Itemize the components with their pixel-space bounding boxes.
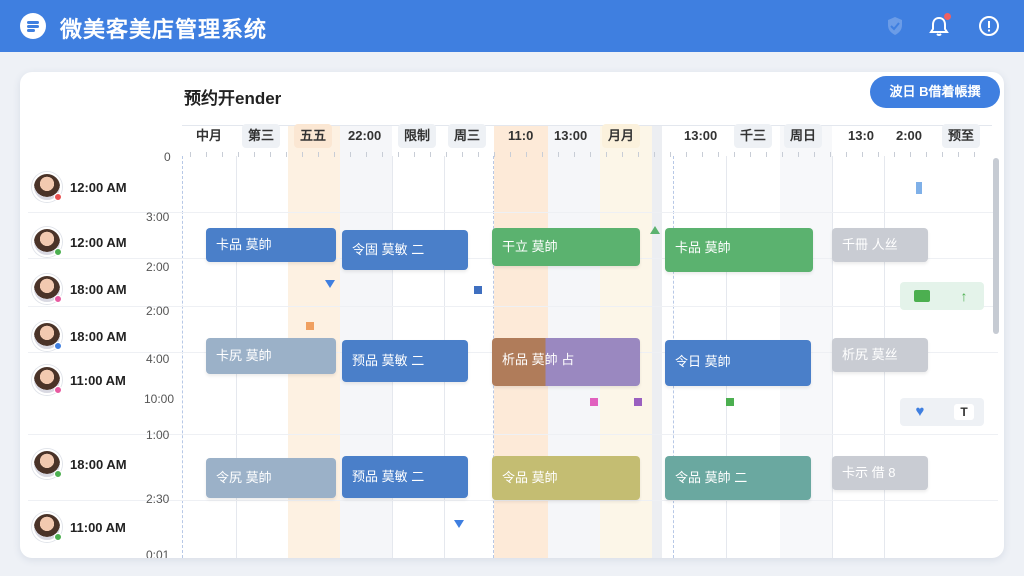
- avatar[interactable]: [32, 512, 62, 542]
- appointment-block[interactable]: 令固 莫敏 二: [342, 230, 468, 270]
- y-axis-label: 2:30: [146, 492, 170, 506]
- column-header[interactable]: 预至: [942, 124, 981, 148]
- appointment-block[interactable]: 析品 莫帥 占: [492, 338, 640, 386]
- status-dot: [54, 193, 62, 201]
- staff-time: 12:00 AM: [70, 235, 127, 250]
- heart-icon[interactable]: ♥: [912, 404, 928, 420]
- appointment-block[interactable]: 卡示 借 8: [832, 456, 928, 490]
- y-axis-label: 2:00: [146, 304, 170, 318]
- column-header[interactable]: 月月: [602, 124, 641, 148]
- appointment-block[interactable]: 令日 莫帥: [665, 340, 811, 386]
- square-marker-icon: [474, 286, 482, 294]
- y-axis-label: 0:01: [146, 548, 170, 558]
- staff-time: 12:00 AM: [70, 180, 127, 195]
- staff-time: 18:00 AM: [70, 329, 127, 344]
- appointment-block[interactable]: 预品 莫敏 二: [342, 456, 468, 498]
- appointment-block[interactable]: 千冊 人丝: [832, 228, 928, 262]
- column-header[interactable]: 千三: [734, 124, 773, 148]
- column-header[interactable]: 13:00: [678, 124, 723, 148]
- column-header[interactable]: 五五: [294, 124, 333, 148]
- appointment-block[interactable]: 干立 莫帥: [492, 228, 640, 266]
- avatar[interactable]: [32, 449, 62, 479]
- column-band: [652, 126, 662, 558]
- calendar-action-button[interactable]: 波日 B借着帳撰: [870, 76, 1000, 108]
- bookmark-marker-icon: [916, 182, 922, 194]
- status-dot: [54, 386, 62, 394]
- column-header[interactable]: 22:00: [342, 124, 387, 148]
- y-axis-label: 4:00: [146, 352, 170, 366]
- top-bar: 微美客美店管理系统: [0, 0, 1024, 52]
- appointment-block[interactable]: 卡品 莫帥: [206, 228, 336, 262]
- grid-line: [182, 156, 183, 558]
- triangle-marker-icon: [650, 226, 660, 234]
- column-header[interactable]: 2:00: [890, 124, 928, 148]
- time-ticks: [190, 152, 990, 157]
- side-tool-group: ♥ T: [900, 398, 984, 426]
- row-line: [28, 306, 998, 307]
- avatar[interactable]: [32, 321, 62, 351]
- column-header[interactable]: 限制: [398, 124, 437, 148]
- triangle-marker-icon: [325, 280, 335, 288]
- avatar[interactable]: [32, 365, 62, 395]
- square-marker-icon: [726, 398, 734, 406]
- staff-time: 11:00 AM: [70, 520, 126, 535]
- column-header[interactable]: 第三: [242, 124, 281, 148]
- status-dot: [54, 533, 62, 541]
- square-marker-icon: [634, 398, 642, 406]
- avatar[interactable]: [32, 227, 62, 257]
- status-dot: [54, 248, 62, 256]
- column-header[interactable]: 11:0: [502, 124, 539, 148]
- y-axis-label: 10:00: [144, 392, 175, 406]
- avatar[interactable]: [32, 172, 62, 202]
- status-dot: [54, 342, 62, 350]
- staff-time: 18:00 AM: [70, 457, 127, 472]
- arrow-up-icon[interactable]: ↑: [956, 288, 972, 304]
- status-dot: [54, 295, 62, 303]
- row-line: [28, 212, 998, 213]
- y-axis-label: 2:00: [146, 260, 170, 274]
- appointment-block[interactable]: 析尻 莫丝: [832, 338, 928, 372]
- appointment-block[interactable]: 预品 莫敏 二: [342, 340, 468, 382]
- menu-logo-icon[interactable]: [20, 13, 46, 39]
- vertical-scrollbar[interactable]: [993, 158, 999, 334]
- column-header[interactable]: 中月: [190, 124, 228, 148]
- info-icon[interactable]: [976, 13, 1002, 39]
- column-header[interactable]: 周日: [784, 124, 823, 148]
- square-marker-icon: [306, 322, 314, 330]
- y-axis-label: 3:00: [146, 210, 170, 224]
- y-axis-label: 1:00: [146, 428, 170, 442]
- y-axis-label: 0: [164, 150, 171, 164]
- column-header[interactable]: 13:0: [842, 124, 880, 148]
- side-tool-group: ↑: [900, 282, 984, 310]
- status-dot: [54, 470, 62, 478]
- row-line: [28, 500, 998, 501]
- folder-icon[interactable]: [914, 290, 930, 302]
- bell-icon[interactable]: [926, 13, 952, 39]
- appointment-block[interactable]: 卡尻 莫帥: [206, 338, 336, 374]
- square-marker-icon: [590, 398, 598, 406]
- column-header[interactable]: 周三: [448, 124, 487, 148]
- calendar-title: 预约开ender: [184, 89, 282, 108]
- app-title: 微美客美店管理系统: [60, 17, 268, 42]
- shield-icon[interactable]: [882, 13, 908, 39]
- staff-time: 18:00 AM: [70, 282, 127, 297]
- avatar[interactable]: [32, 274, 62, 304]
- notification-badge: [944, 13, 951, 20]
- row-line: [28, 434, 998, 435]
- column-header[interactable]: 13:00: [548, 124, 593, 148]
- text-icon[interactable]: T: [954, 404, 974, 420]
- staff-time: 11:00 AM: [70, 373, 126, 388]
- appointment-block[interactable]: 卡品 莫帥: [665, 228, 813, 272]
- calendar-card: 预约开ender 波日 B借着帳撰 中月 第三 五五 22:00 限制 周三 1…: [20, 72, 1004, 558]
- triangle-marker-icon: [454, 520, 464, 528]
- appointment-block[interactable]: 令品 莫帥 二: [665, 456, 811, 500]
- appointment-block[interactable]: 令尻 莫帥: [206, 458, 336, 498]
- appointment-block[interactable]: 令品 莫帥: [492, 456, 640, 500]
